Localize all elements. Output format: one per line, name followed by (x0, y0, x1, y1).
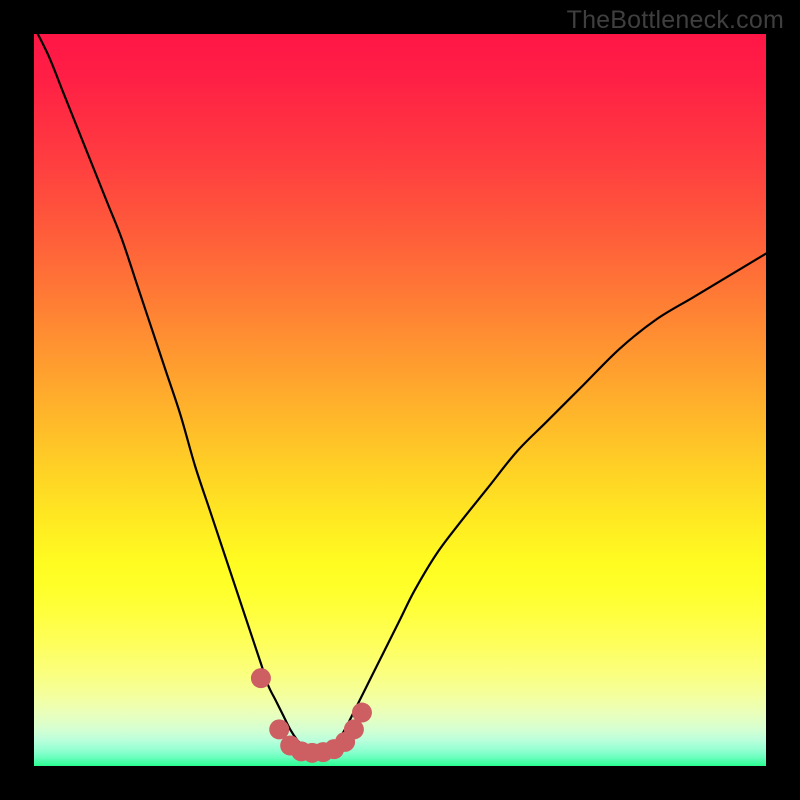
curve-marker (352, 703, 372, 723)
watermark-text: TheBottleneck.com (567, 6, 784, 35)
plot-area (34, 34, 766, 766)
bottom-marker-band (251, 668, 372, 763)
curve-marker (251, 668, 271, 688)
chart-svg (34, 34, 766, 766)
bottleneck-curve (34, 34, 766, 752)
outer-frame: TheBottleneck.com (0, 0, 800, 800)
